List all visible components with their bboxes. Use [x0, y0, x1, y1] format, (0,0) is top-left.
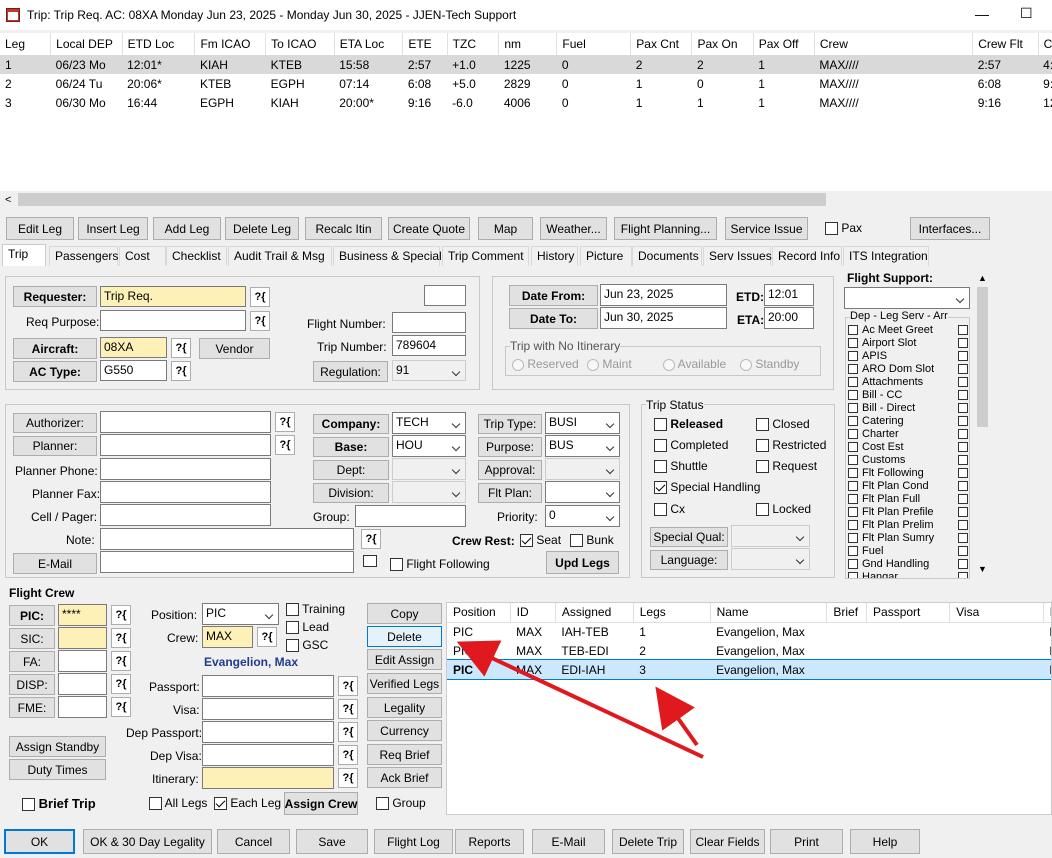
- annotation-arrows: [456, 640, 704, 759]
- arrow-to-selected-row: [655, 686, 699, 747]
